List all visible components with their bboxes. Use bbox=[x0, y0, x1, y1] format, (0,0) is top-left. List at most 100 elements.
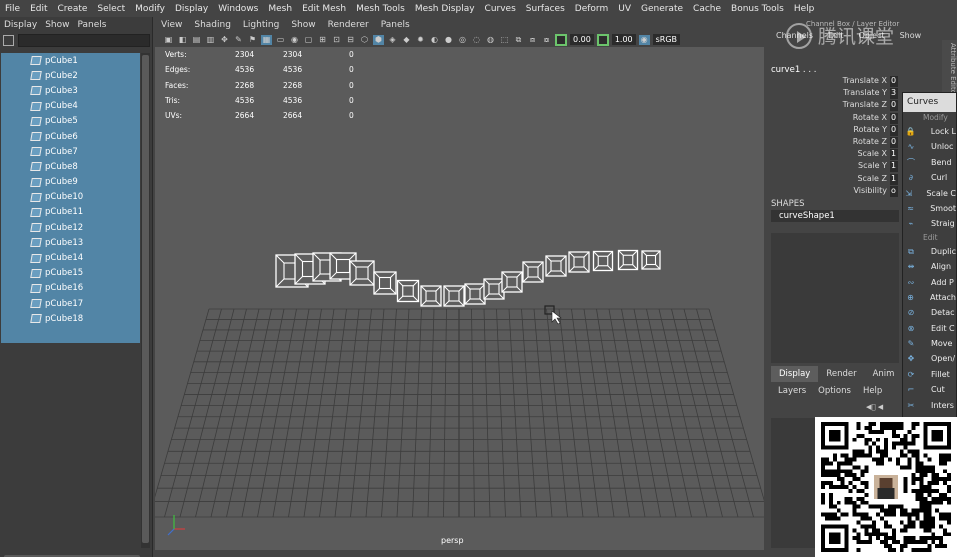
outliner-vertical-scrollbar[interactable] bbox=[141, 53, 150, 548]
cube-mesh[interactable] bbox=[483, 278, 505, 300]
curves-menu-item[interactable]: ⌁ Straig bbox=[903, 216, 956, 231]
cube-mesh[interactable] bbox=[641, 250, 661, 270]
menu-edit[interactable]: Edit bbox=[25, 4, 52, 14]
2d-pan-icon[interactable]: ✥ bbox=[219, 35, 230, 45]
viewport-menu-view[interactable]: View bbox=[155, 20, 188, 30]
curves-menu-item[interactable]: ✥ Open/ bbox=[903, 351, 956, 366]
attribute-value-field[interactable]: 1 bbox=[890, 149, 898, 161]
menu-help[interactable]: Help bbox=[789, 4, 820, 14]
gamma-field[interactable]: 1.00 bbox=[611, 34, 636, 45]
exposure-field[interactable]: 0.00 bbox=[570, 34, 594, 45]
menu-display[interactable]: Display bbox=[170, 4, 213, 14]
depth-of-field-icon[interactable]: ◍ bbox=[485, 35, 496, 45]
menu-deform[interactable]: Deform bbox=[570, 4, 613, 14]
outliner-search-input[interactable] bbox=[18, 34, 150, 47]
menu-uv[interactable]: UV bbox=[613, 4, 636, 14]
outliner-item[interactable]: pCube6 bbox=[1, 129, 140, 144]
isolate-select-icon[interactable]: ⬚ bbox=[499, 35, 510, 45]
curves-menu-item[interactable]: ⧉ Duplic bbox=[903, 244, 956, 259]
curves-menu-item[interactable]: 🔒 Lock L bbox=[903, 124, 956, 139]
attribute-value-field[interactable]: 3 bbox=[890, 88, 898, 100]
curves-menu-item[interactable]: ⌒ Bend bbox=[903, 155, 956, 170]
outliner-item[interactable]: pCube4 bbox=[1, 99, 140, 114]
curves-menu-item[interactable]: ⌐ Cut bbox=[903, 382, 956, 397]
channel-attribute-row[interactable]: Translate X0 bbox=[766, 76, 899, 88]
layer-menu-options[interactable]: Options bbox=[818, 386, 851, 396]
curves-panel-title[interactable]: Curves bbox=[903, 93, 956, 112]
outliner-menu-display[interactable]: Display bbox=[0, 20, 41, 30]
tab-display[interactable]: Display bbox=[771, 366, 819, 382]
outliner-item[interactable]: pCube10 bbox=[1, 190, 140, 205]
viewport-menu-renderer[interactable]: Renderer bbox=[322, 20, 375, 30]
perspective-viewport[interactable]: Verts: 2304 2304 0 Edges: 4536 4536 0 Faces: 2268… bbox=[155, 47, 764, 550]
outliner-item[interactable]: pCube13 bbox=[1, 235, 140, 250]
channel-attribute-row[interactable]: Rotate Y0 bbox=[766, 124, 899, 137]
outliner-item[interactable]: pCube8 bbox=[1, 159, 140, 174]
ambient-occlusion-icon[interactable]: ● bbox=[443, 35, 454, 45]
channel-attribute-row[interactable]: Scale Y1 bbox=[766, 161, 899, 173]
attribute-value-field[interactable]: 0 bbox=[890, 124, 898, 136]
menu-cache[interactable]: Cache bbox=[688, 4, 726, 14]
menu-mesh[interactable]: Mesh bbox=[263, 4, 297, 14]
viewport-menu-panels[interactable]: Panels bbox=[375, 20, 416, 30]
film-gate-icon[interactable]: ▭ bbox=[275, 35, 286, 45]
outliner-item[interactable]: pCube12 bbox=[1, 220, 140, 235]
viewport-menu-shading[interactable]: Shading bbox=[188, 20, 237, 30]
color-management-icon[interactable]: ◉ bbox=[638, 34, 650, 45]
menu-edit-mesh[interactable]: Edit Mesh bbox=[297, 4, 351, 14]
curves-menu-item[interactable]: ∂ Curl bbox=[903, 170, 956, 185]
curves-menu-item[interactable]: ⊘ Detac bbox=[903, 305, 956, 320]
wireframe-icon[interactable]: ⬡ bbox=[359, 35, 370, 45]
curves-menu-item[interactable]: ✂ Inters bbox=[903, 398, 956, 413]
wireframe-on-shaded-icon[interactable]: ◈ bbox=[387, 35, 398, 45]
outliner-list[interactable]: pCube1 pCube2 pCube3 pCube4 pCube5 pCube6 pCub… bbox=[1, 53, 140, 343]
curves-menu-item[interactable]: ⊕ Attach bbox=[903, 290, 956, 305]
tab-render[interactable]: Render bbox=[818, 366, 864, 382]
cube-mesh[interactable] bbox=[545, 255, 567, 277]
safe-action-icon[interactable]: ⊡ bbox=[331, 35, 342, 45]
outliner-item[interactable]: pCube11 bbox=[1, 205, 140, 220]
grease-pencil-icon[interactable]: ✎ bbox=[233, 35, 244, 45]
curves-menu-item[interactable]: ⟳ Fillet bbox=[903, 367, 956, 382]
xray-joints-icon[interactable]: ⧈ bbox=[527, 35, 538, 45]
cube-mesh[interactable] bbox=[501, 271, 523, 293]
layer-menu-help[interactable]: Help bbox=[863, 386, 882, 396]
channel-attribute-row[interactable]: Scale X1 bbox=[766, 149, 899, 161]
outliner-item[interactable]: pCube18 bbox=[1, 311, 140, 326]
grid-icon[interactable]: ▦ bbox=[261, 34, 272, 45]
menu-surfaces[interactable]: Surfaces bbox=[521, 4, 570, 14]
curves-menu-item[interactable]: ≈ Smoot bbox=[903, 201, 956, 216]
menu-mesh-tools[interactable]: Mesh Tools bbox=[351, 4, 410, 14]
attribute-value-field[interactable]: 0 bbox=[890, 137, 898, 148]
outliner-item[interactable]: pCube17 bbox=[1, 296, 140, 311]
gate-mask-icon[interactable]: ▢ bbox=[303, 35, 314, 45]
outliner-item[interactable]: pCube14 bbox=[1, 250, 140, 265]
xray-icon[interactable]: ⧉ bbox=[513, 35, 524, 45]
cube-mesh[interactable] bbox=[420, 285, 442, 307]
safe-title-icon[interactable]: ⊟ bbox=[345, 35, 356, 45]
channel-attribute-row[interactable]: Rotate Z0 bbox=[766, 137, 899, 149]
attribute-value-field[interactable]: 1 bbox=[890, 161, 898, 173]
menu-curves[interactable]: Curves bbox=[480, 4, 521, 14]
attribute-editor-tab[interactable]: Attribute Editor bbox=[942, 40, 957, 100]
menu-create[interactable]: Create bbox=[53, 4, 93, 14]
outliner-item[interactable]: pCube5 bbox=[1, 114, 140, 129]
shape-node-item[interactable]: curveShape1 bbox=[771, 210, 899, 222]
field-chart-icon[interactable]: ⊞ bbox=[317, 35, 328, 45]
cube-mesh[interactable] bbox=[443, 285, 465, 307]
camera-attr-icon[interactable]: ◧ bbox=[177, 35, 188, 45]
outliner-item[interactable]: pCube9 bbox=[1, 175, 140, 190]
bookmark-icon[interactable]: ▤ bbox=[191, 35, 202, 45]
viewport-menu-show[interactable]: Show bbox=[285, 20, 321, 30]
xray-components-icon[interactable]: ⧇ bbox=[541, 35, 552, 45]
curves-menu-item[interactable]: ⇲ Scale C bbox=[903, 186, 956, 201]
filter-icon[interactable] bbox=[3, 35, 14, 46]
antialiasing-icon[interactable]: ◌ bbox=[471, 35, 482, 45]
attribute-value-field[interactable]: o bbox=[890, 185, 898, 197]
cube-mesh[interactable] bbox=[373, 271, 397, 295]
outliner-menu-panels[interactable]: Panels bbox=[73, 20, 110, 30]
smooth-shade-icon[interactable]: ⬢ bbox=[373, 34, 384, 45]
menu-mesh-display[interactable]: Mesh Display bbox=[410, 4, 480, 14]
outliner-item[interactable]: pCube15 bbox=[1, 266, 140, 281]
channel-attribute-row[interactable]: Scale Z1 bbox=[766, 173, 899, 186]
